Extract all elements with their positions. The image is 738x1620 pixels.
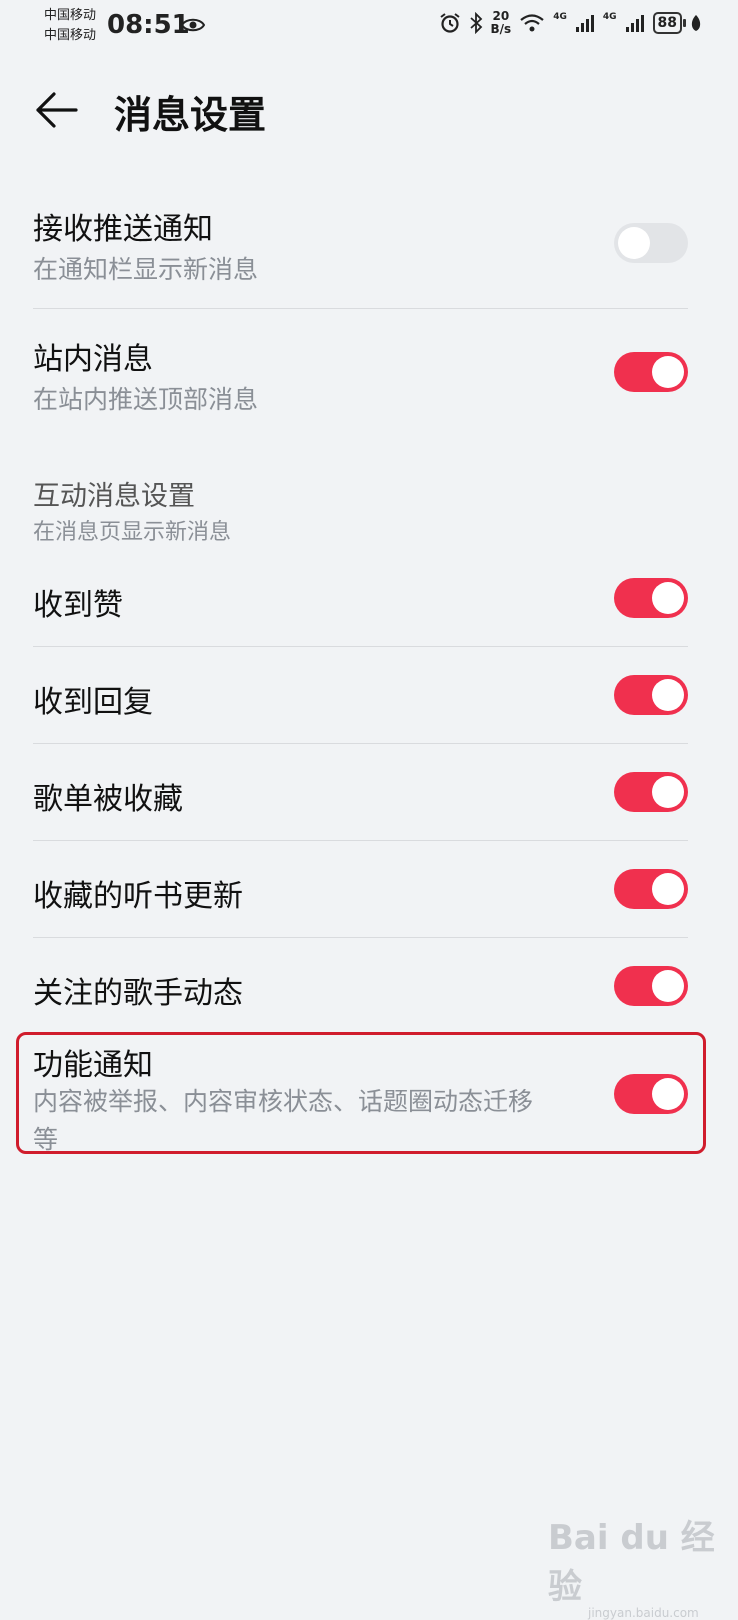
page-title: 消息设置 — [114, 93, 267, 137]
feature-notification-subtitle-line1: 内容被举报、内容审核状态、话题圈动态迁移 — [33, 1087, 534, 1116]
network-speed: 20 B/s — [491, 10, 512, 36]
feature-notification-toggle[interactable] — [614, 1074, 688, 1114]
item-playlist-favorited-toggle[interactable] — [614, 772, 688, 812]
item-playlist-favorited-label: 歌单被收藏 — [33, 782, 183, 817]
watermark-url: jingyan.baidu.com — [588, 1606, 699, 1620]
back-arrow-icon[interactable] — [32, 90, 82, 130]
push-notification-toggle[interactable] — [614, 223, 688, 263]
push-notification-subtitle: 在通知栏显示新消息 — [33, 255, 259, 284]
toggle-knob — [652, 679, 684, 711]
item-artist-activity-toggle[interactable] — [614, 966, 688, 1006]
battery-indicator: 88 — [652, 12, 687, 34]
divider — [33, 937, 688, 938]
interaction-section-subtitle: 在消息页显示新消息 — [33, 520, 232, 545]
item-audiobook-update-toggle[interactable] — [614, 869, 688, 909]
item-replies-label: 收到回复 — [33, 685, 153, 720]
site-message-title: 站内消息 — [33, 342, 153, 377]
site-message-toggle[interactable] — [614, 352, 688, 392]
site-message-subtitle: 在站内推送顶部消息 — [33, 385, 259, 414]
bluetooth-icon — [469, 12, 482, 34]
push-notification-title: 接收推送通知 — [33, 212, 213, 247]
network-type-1: 4G — [553, 12, 567, 22]
status-icons: 20 B/s 4G 4G 88 — [439, 10, 702, 36]
item-likes-toggle[interactable] — [614, 578, 688, 618]
toggle-knob — [652, 970, 684, 1002]
watermark-brand: Bai du 经验 — [548, 1518, 715, 1607]
baidu-watermark: Bai du 经验 jingyan.baidu.com — [548, 1510, 738, 1620]
item-likes-label: 收到赞 — [33, 588, 123, 623]
item-replies-toggle[interactable] — [614, 675, 688, 715]
signal-icon — [575, 15, 594, 32]
divider — [33, 308, 688, 309]
interaction-section-title: 互动消息设置 — [33, 481, 195, 512]
status-time: 08:51 — [107, 10, 190, 40]
carrier-labels: 中国移动 中国移动 — [44, 6, 96, 46]
carrier-2: 中国移动 — [44, 28, 97, 43]
toggle-knob — [652, 1078, 684, 1110]
feature-notification-subtitle-line2: 等 — [33, 1125, 59, 1154]
divider — [33, 840, 688, 841]
toggle-knob — [652, 776, 684, 808]
network-type-2: 4G — [602, 12, 617, 22]
wifi-icon — [520, 14, 544, 32]
toggle-knob — [618, 227, 650, 259]
alarm-icon — [439, 13, 460, 33]
signal-icon-2 — [625, 15, 644, 32]
leaf-icon — [691, 15, 701, 31]
item-audiobook-update-label: 收藏的听书更新 — [33, 879, 243, 914]
toggle-knob — [652, 582, 684, 614]
feature-notification-title: 功能通知 — [33, 1048, 153, 1083]
status-bar: 中国移动 中国移动 08:51 20 B/s 4G 4G 88 — [0, 0, 738, 56]
divider — [33, 743, 688, 744]
toggle-knob — [652, 873, 684, 905]
toggle-knob — [652, 356, 684, 388]
divider — [33, 646, 688, 647]
carrier-1: 中国移动 — [44, 8, 97, 23]
item-artist-activity-label: 关注的歌手动态 — [33, 976, 243, 1011]
speed-unit: B/s — [490, 22, 512, 36]
eye-icon — [181, 18, 205, 32]
